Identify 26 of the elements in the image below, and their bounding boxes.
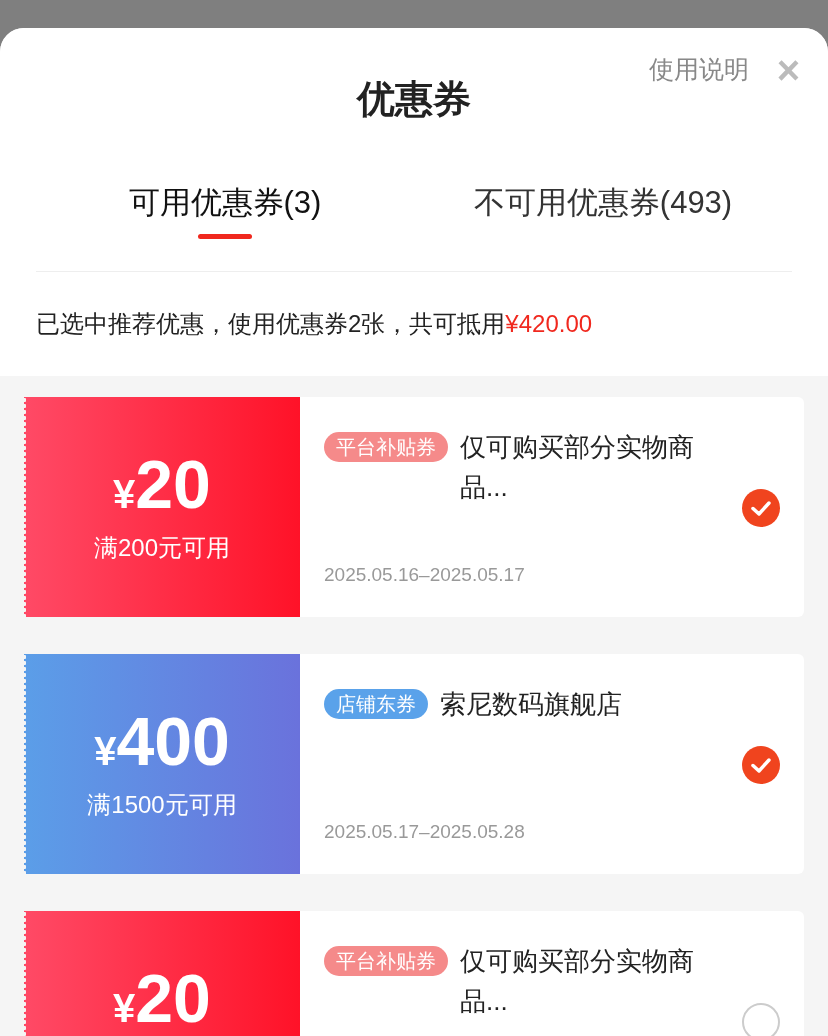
- coupon-amount: 20: [135, 971, 211, 1025]
- coupon-card[interactable]: 平台补贴券 仅可购买部分实物商品... 2025.05.16–2025.05.17: [300, 397, 804, 617]
- summary-text: 已选中推荐优惠，使用优惠券2张，共可抵用¥420.00: [36, 309, 594, 339]
- checked-icon[interactable]: [742, 489, 780, 527]
- coupon-validity: 2025.05.16–2025.05.17: [324, 562, 526, 587]
- coupon-condition: 满1500元可用: [87, 790, 237, 820]
- coupon-tag: 平台补贴券: [324, 432, 448, 462]
- coupon-validity: 2025.05.17–2025.05.28: [324, 819, 526, 844]
- checked-icon[interactable]: [742, 746, 780, 784]
- coupon-amount: 20: [135, 457, 211, 511]
- coupon-title: 仅可购买部分实物商品...: [460, 945, 695, 1018]
- coupon-tag: 店铺东券: [324, 689, 428, 719]
- currency-sign: ¥: [113, 474, 136, 514]
- coupon-title: 仅可购买部分实物商品...: [460, 431, 695, 504]
- coupon-amount: 400: [116, 714, 230, 768]
- coupon-condition: 满200元可用: [93, 533, 230, 563]
- coupon-card[interactable]: 平台补贴券 仅可购买部分实物商品...: [300, 911, 804, 1036]
- currency-sign: ¥: [94, 731, 117, 771]
- coupon-title: 索尼数码旗舰店: [440, 688, 623, 721]
- currency-sign: ¥: [113, 988, 136, 1028]
- coupon-card[interactable]: 店铺东券 索尼数码旗舰店 2025.05.17–2025.05.28: [300, 654, 804, 874]
- coupon-tag: 平台补贴券: [324, 946, 448, 976]
- coupon-tab[interactable]: 可用优惠券(3): [36, 132, 414, 271]
- sheet-title: 优惠券: [357, 77, 471, 122]
- help-link[interactable]: 使用说明: [648, 51, 749, 89]
- coupon-tab[interactable]: 不可用优惠券(493): [414, 132, 792, 271]
